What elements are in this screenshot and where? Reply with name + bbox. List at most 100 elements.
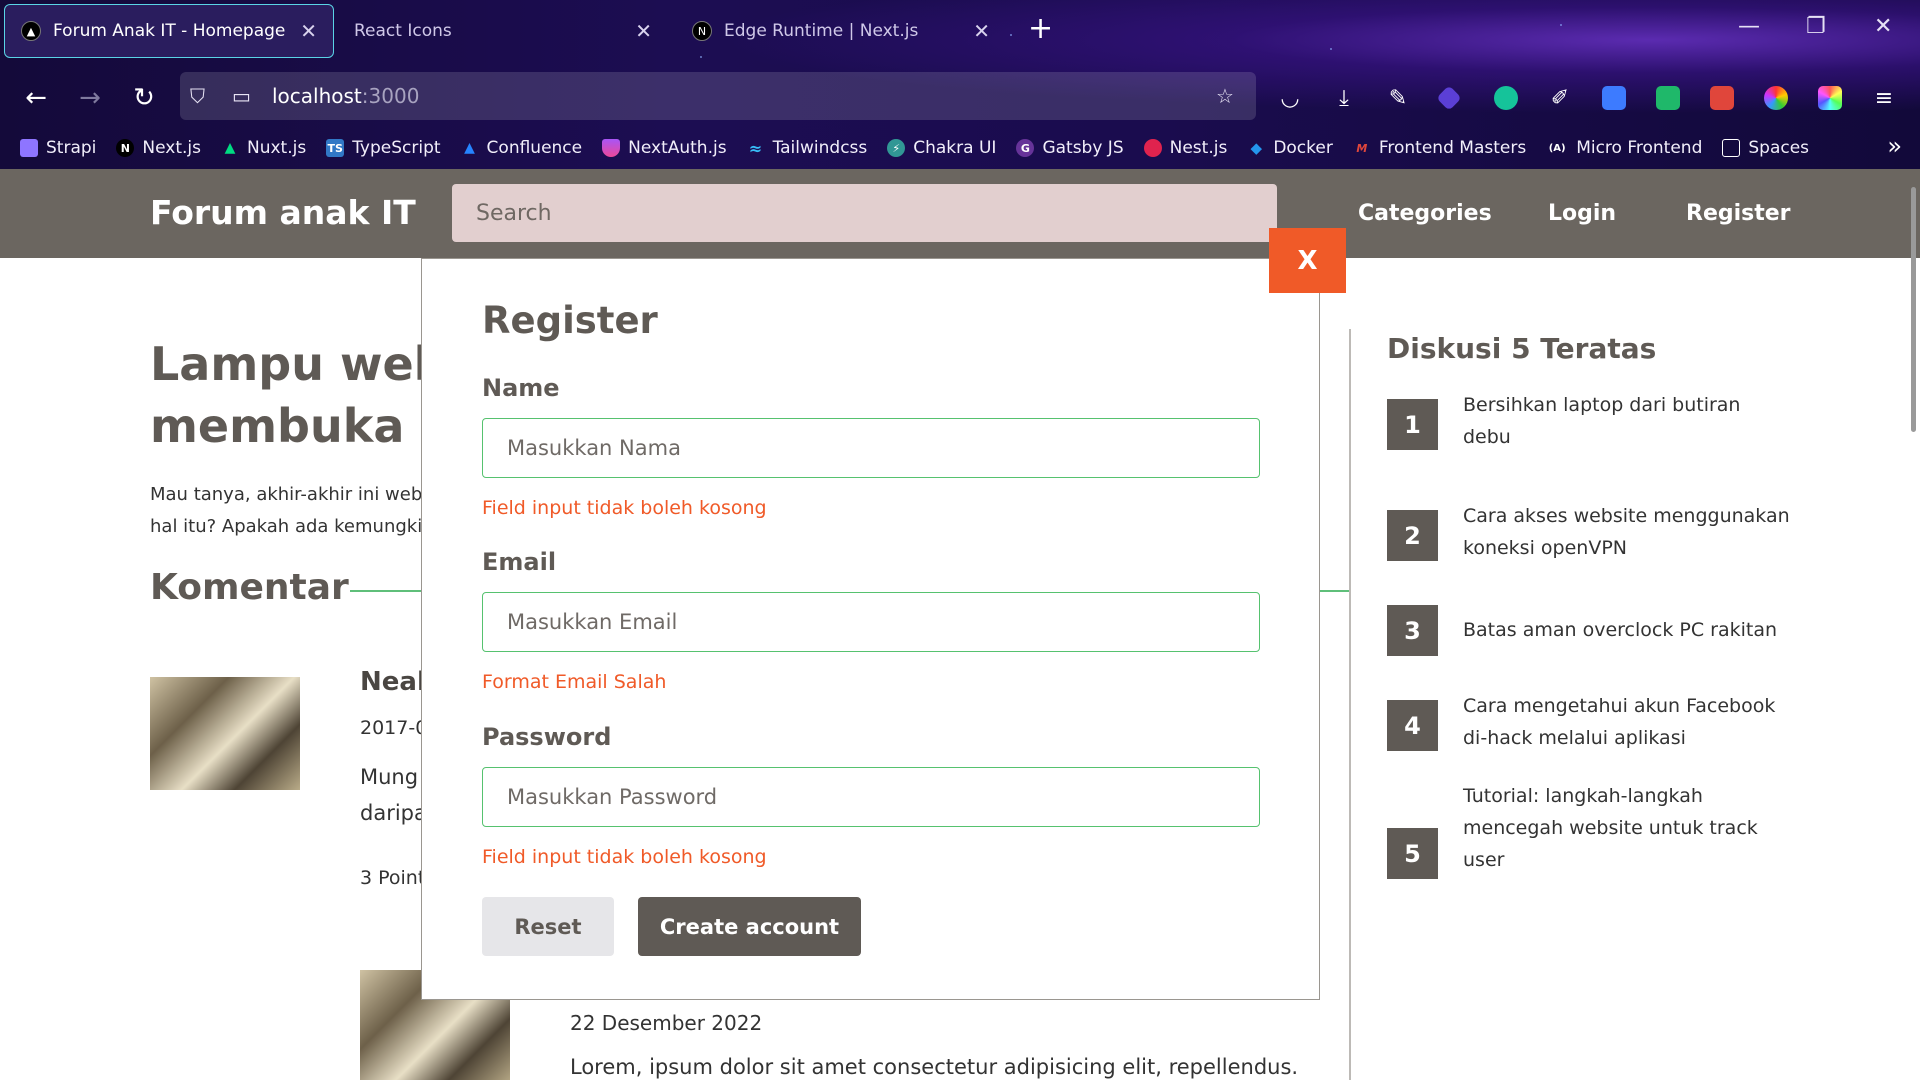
- color-picker-icon[interactable]: [1764, 86, 1788, 110]
- wrench-icon[interactable]: ✎: [1384, 84, 1412, 112]
- url-text[interactable]: localhost:3000: [272, 84, 419, 108]
- comment-text: Lorem, ipsum dolor sit amet consectetur …: [570, 1055, 1299, 1079]
- extension-icon[interactable]: [1436, 85, 1462, 111]
- tab-forum[interactable]: ▲ Forum Anak IT - Homepage ✕: [4, 4, 334, 58]
- bookmarks-bar: Strapi N Next.js ▲ Nuxt.js TS TypeScript ▲ C…: [0, 128, 1920, 168]
- name-error: Field input tidak boleh kosong: [482, 497, 767, 519]
- page-viewport: Forum anak IT Categories Login Register …: [0, 169, 1920, 1080]
- nextjs-favicon-icon: ▲: [21, 21, 41, 41]
- bookmark-nextjs[interactable]: N Next.js: [116, 138, 201, 158]
- top-discussion-title[interactable]: Cara akses website menggunakan koneksi o…: [1463, 500, 1793, 564]
- grammarly-icon[interactable]: [1494, 86, 1518, 110]
- folder-icon: [1722, 139, 1741, 157]
- modal-close-button[interactable]: X: [1269, 228, 1346, 293]
- top-discussion-title[interactable]: Bersihkan laptop dari butiran debu: [1463, 389, 1793, 453]
- rank-badge: 2: [1387, 510, 1438, 561]
- bookmark-spaces[interactable]: Spaces: [1722, 138, 1809, 158]
- name-field[interactable]: [482, 418, 1260, 478]
- modal-title: Register: [482, 299, 658, 342]
- create-account-button[interactable]: Create account: [638, 897, 861, 956]
- tab-title: Forum Anak IT - Homepage: [53, 21, 286, 41]
- close-icon[interactable]: ✕: [300, 19, 317, 43]
- nav-register[interactable]: Register: [1686, 201, 1791, 226]
- nav-categories[interactable]: Categories: [1358, 201, 1492, 226]
- confluence-icon: ▲: [464, 140, 475, 156]
- typescript-icon: TS: [326, 139, 345, 157]
- forward-icon[interactable]: →: [72, 80, 108, 116]
- bookmark-nuxt[interactable]: ▲ Nuxt.js: [221, 138, 307, 158]
- new-tab-icon[interactable]: +: [1028, 14, 1053, 44]
- comment-date: 2017-0: [360, 717, 428, 739]
- chevron-double-right-icon[interactable]: »: [1887, 132, 1902, 160]
- rank-badge: 4: [1387, 700, 1438, 751]
- bookmark-tailwind[interactable]: ≈ Tailwindcss: [747, 138, 867, 158]
- bookmark-typescript[interactable]: TS TypeScript: [326, 138, 441, 158]
- email-field[interactable]: [482, 592, 1260, 652]
- bookmark-strapi[interactable]: Strapi: [20, 138, 96, 158]
- rank-badge: 3: [1387, 605, 1438, 656]
- email-label: Email: [482, 548, 557, 576]
- name-label: Name: [482, 374, 560, 402]
- rank-badge: 5: [1387, 828, 1438, 879]
- comment-avatar: [150, 677, 300, 790]
- reset-button[interactable]: Reset: [482, 897, 614, 956]
- pocket-icon[interactable]: ◡: [1276, 84, 1304, 112]
- frontend-masters-icon: M: [1356, 141, 1368, 155]
- nextauth-icon: [602, 139, 621, 157]
- window-close-icon[interactable]: ✕: [1874, 14, 1892, 39]
- extension-icon[interactable]: [1710, 86, 1734, 110]
- nestjs-icon: [1143, 139, 1162, 157]
- pen-icon[interactable]: ✐: [1546, 84, 1574, 112]
- extension-icon[interactable]: [1602, 86, 1626, 110]
- scrollbar[interactable]: [1911, 187, 1916, 432]
- rank-badge: 1: [1387, 399, 1438, 450]
- bookmark-frontend-masters[interactable]: M Frontend Masters: [1353, 138, 1526, 158]
- chakra-icon: ⚡: [887, 139, 906, 157]
- top-discussion-title[interactable]: Batas aman overclock PC rakitan: [1463, 614, 1793, 646]
- address-bar[interactable]: ⛉ ▭ localhost:3000 ☆: [180, 72, 1256, 120]
- gatsby-icon: G: [1016, 139, 1035, 157]
- top-discussion-title[interactable]: Tutorial: langkah-langkah mencegah websi…: [1463, 780, 1793, 876]
- comments-heading: Komentar: [150, 567, 349, 608]
- reload-icon[interactable]: ↻: [126, 80, 162, 116]
- close-icon[interactable]: ✕: [973, 19, 990, 43]
- tab-title: Edge Runtime | Next.js: [724, 21, 919, 41]
- shield-icon[interactable]: ⛉: [190, 84, 205, 108]
- restore-icon[interactable]: ❐: [1806, 14, 1826, 39]
- close-icon[interactable]: ✕: [635, 19, 652, 43]
- tab-title: React Icons: [354, 21, 452, 41]
- email-error: Format Email Salah: [482, 671, 667, 693]
- extension-icon[interactable]: [1818, 86, 1842, 110]
- bookmark-nextauth[interactable]: NextAuth.js: [602, 138, 727, 158]
- password-label: Password: [482, 723, 612, 751]
- password-field[interactable]: [482, 767, 1260, 827]
- menu-icon[interactable]: ≡: [1870, 84, 1898, 112]
- bookmark-star-icon[interactable]: ☆: [1216, 84, 1234, 108]
- sidebar-title: Diskusi 5 Teratas: [1387, 332, 1657, 365]
- bookmark-docker[interactable]: ◆ Docker: [1247, 138, 1333, 158]
- docker-icon: ◆: [1250, 139, 1263, 157]
- strapi-icon: [20, 139, 38, 157]
- sidebar-divider: [1349, 329, 1351, 1080]
- tab-edge-runtime[interactable]: N Edge Runtime | Next.js ✕: [676, 4, 1006, 58]
- site-brand[interactable]: Forum anak IT: [150, 193, 416, 232]
- bookmark-gatsby[interactable]: G Gatsby JS: [1016, 138, 1124, 158]
- nextjs-favicon-icon: N: [692, 21, 712, 41]
- minimize-icon[interactable]: —: [1738, 14, 1760, 39]
- micro-frontend-icon: (A): [1548, 142, 1566, 154]
- bookmark-chakra[interactable]: ⚡ Chakra UI: [887, 138, 996, 158]
- register-modal: Register Name Field input tidak boleh ko…: [421, 258, 1320, 1000]
- tab-react-icons[interactable]: React Icons ✕: [338, 4, 668, 58]
- download-icon[interactable]: ⤓: [1330, 84, 1358, 112]
- nav-login[interactable]: Login: [1548, 201, 1616, 226]
- back-icon[interactable]: ←: [18, 80, 54, 116]
- bookmark-confluence[interactable]: ▲ Confluence: [461, 138, 582, 158]
- tab-strip: ▲ Forum Anak IT - Homepage ✕ React Icons…: [0, 0, 1920, 62]
- top-discussion-title[interactable]: Cara mengetahui akun Facebook di-hack me…: [1463, 690, 1793, 754]
- nextjs-icon: N: [116, 139, 135, 157]
- bookmark-nestjs[interactable]: Nest.js: [1143, 138, 1227, 158]
- navigation-toolbar: ← → ↻ ⛉ ▭ localhost:3000 ☆ ◡ ⤓ ✎ ✐ ≡: [0, 70, 1920, 124]
- extension-icon[interactable]: [1656, 86, 1680, 110]
- bookmark-micro-frontend[interactable]: (A) Micro Frontend: [1546, 138, 1703, 158]
- search-input[interactable]: [452, 184, 1277, 242]
